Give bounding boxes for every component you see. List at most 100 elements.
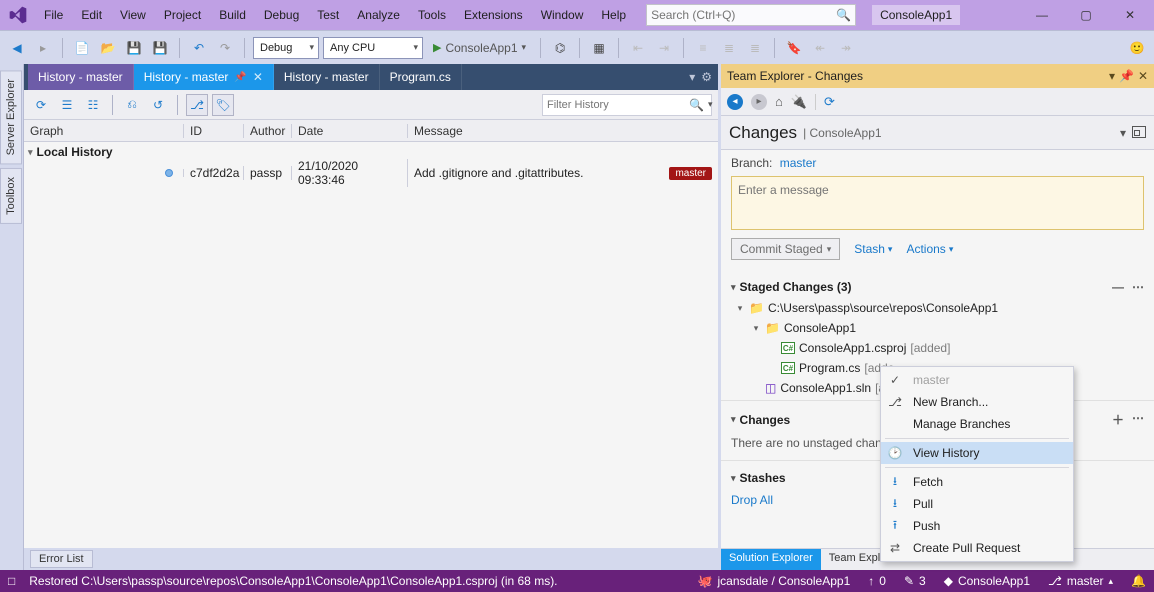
menu-test[interactable]: Test	[309, 4, 347, 26]
save-icon[interactable]: 💾	[123, 37, 145, 59]
home-icon[interactable]: ⌂	[775, 94, 783, 109]
undo-icon[interactable]: ↶	[188, 37, 210, 59]
menu-edit[interactable]: Edit	[73, 4, 110, 26]
menu-analyze[interactable]: Analyze	[349, 4, 408, 26]
uncomment-icon[interactable]: ≣	[744, 37, 766, 59]
col-message[interactable]: Message	[408, 124, 718, 138]
revert-icon[interactable]: ↺	[147, 94, 169, 116]
menu-file[interactable]: File	[36, 4, 71, 26]
tab-history-master-3[interactable]: History - master	[274, 64, 380, 90]
open-icon[interactable]: 📂	[97, 37, 119, 59]
ctx-new-branch[interactable]: ⎇ New Branch...	[881, 391, 1073, 413]
stage-all-icon[interactable]: ＋	[1112, 411, 1124, 428]
tree-file-csproj[interactable]: C# ConsoleApp1.csproj [added]	[735, 338, 1144, 358]
tab-history-master-1[interactable]: History - master	[28, 64, 134, 90]
show-branches-toggle[interactable]: ⎇	[186, 94, 208, 116]
quick-launch-input[interactable]	[651, 8, 836, 22]
maximize-icon[interactable]	[1132, 126, 1146, 138]
maximize-button[interactable]: ▢	[1072, 8, 1100, 22]
stash-dropdown[interactable]: Stash▾	[854, 242, 892, 256]
actions-dropdown[interactable]: Actions▾	[906, 242, 953, 256]
next-bm-icon[interactable]: ↠	[835, 37, 857, 59]
toolbox-tab[interactable]: Toolbox	[0, 168, 22, 224]
commit-staged-button[interactable]: Commit Staged ▾	[731, 238, 840, 260]
pin-icon[interactable]: 📌	[234, 72, 246, 83]
save-all-icon[interactable]: 💾	[149, 37, 171, 59]
config-dropdown[interactable]: Debug	[253, 37, 319, 59]
menu-tools[interactable]: Tools	[410, 4, 454, 26]
col-date[interactable]: Date	[292, 124, 408, 138]
commit-message-input[interactable]	[738, 183, 1137, 223]
simple-view-icon[interactable]: ☰	[56, 94, 78, 116]
tab-program-cs[interactable]: Program.cs	[380, 64, 462, 90]
nav-fwd-icon[interactable]: ▸	[751, 94, 767, 110]
new-project-icon[interactable]: 📄	[71, 37, 93, 59]
minimize-button[interactable]: —	[1028, 8, 1056, 22]
menu-window[interactable]: Window	[533, 4, 592, 26]
nav-back-icon[interactable]: ◂	[727, 94, 743, 110]
ctx-manage-branches[interactable]: Manage Branches	[881, 413, 1073, 435]
prev-bm-icon[interactable]: ↞	[809, 37, 831, 59]
github-user[interactable]: 🐙jcansdale / ConsoleApp1	[698, 574, 851, 588]
history-filter[interactable]: 🔍 ▾	[542, 94, 712, 116]
menu-debug[interactable]: Debug	[256, 4, 307, 26]
show-tags-toggle[interactable]: 🏷	[212, 94, 234, 116]
indent-more-icon[interactable]: ⇥	[653, 37, 675, 59]
bookmark-icon[interactable]: 🔖	[783, 37, 805, 59]
chevron-down-icon[interactable]: ▾	[708, 99, 713, 110]
solution-explorer-tab[interactable]: Solution Explorer	[721, 549, 821, 570]
redo-icon[interactable]: ↷	[214, 37, 236, 59]
detail-view-icon[interactable]: ☷	[82, 94, 104, 116]
refresh-icon[interactable]: ⟳	[824, 94, 835, 110]
branch-link[interactable]: master	[780, 156, 817, 170]
close-icon[interactable]: ✕	[253, 70, 263, 84]
history-filter-input[interactable]	[547, 99, 689, 111]
comment-icon[interactable]: ≣	[718, 37, 740, 59]
platform-dropdown[interactable]: Any CPU	[323, 37, 423, 59]
feedback-icon[interactable]: 🙂	[1126, 37, 1148, 59]
tab-overflow-icon[interactable]: ▾	[689, 70, 695, 84]
unstage-all-icon[interactable]: —	[1112, 280, 1124, 294]
server-explorer-tab[interactable]: Server Explorer	[0, 70, 22, 164]
tool-b-icon[interactable]: ▦	[588, 37, 610, 59]
connect-icon[interactable]: 🔌	[791, 94, 807, 110]
ctx-pull[interactable]: ⭳ Pull	[881, 493, 1073, 515]
ctx-push[interactable]: ⭱ Push	[881, 515, 1073, 537]
menu-build[interactable]: Build	[211, 4, 254, 26]
unpushed-count[interactable]: ↑0	[868, 574, 886, 588]
ctx-create-pr[interactable]: ⇄ Create Pull Request	[881, 537, 1073, 559]
menu-project[interactable]: Project	[156, 4, 209, 26]
repo-indicator[interactable]: ◆ConsoleApp1	[944, 574, 1030, 588]
compare-icon[interactable]: ⎌	[121, 94, 143, 116]
tab-settings-icon[interactable]: ⚙	[701, 70, 712, 84]
ctx-view-history[interactable]: 🕑 View History	[881, 442, 1073, 464]
staged-changes-header[interactable]: ▾ Staged Changes (3) — ⋯	[731, 276, 1144, 298]
more-icon[interactable]: ⋯	[1132, 280, 1144, 294]
pin-icon[interactable]: 📌	[1119, 69, 1134, 83]
refresh-icon[interactable]: ⟳	[30, 94, 52, 116]
start-debug-button[interactable]: ▶ ConsoleApp1 ▾	[427, 37, 532, 59]
menu-view[interactable]: View	[112, 4, 154, 26]
quick-launch[interactable]: 🔍	[646, 4, 856, 26]
pending-edits[interactable]: ✎3	[904, 574, 926, 588]
tree-root[interactable]: ▾📁 C:\Users\passp\source\repos\ConsoleAp…	[735, 298, 1144, 318]
notifications-icon[interactable]: 🔔	[1131, 574, 1146, 588]
commit-message-box[interactable]	[731, 176, 1144, 230]
error-list-tab[interactable]: Error List	[30, 550, 93, 568]
page-dropdown-icon[interactable]: ▾	[1120, 126, 1126, 140]
indent-less-icon[interactable]: ⇤	[627, 37, 649, 59]
tab-history-master-2[interactable]: History - master 📌 ✕	[134, 64, 274, 90]
more-icon[interactable]: ⋯	[1132, 411, 1144, 428]
branch-indicator[interactable]: ⎇master▴	[1048, 574, 1113, 588]
col-id[interactable]: ID	[184, 124, 244, 138]
ctx-fetch[interactable]: ⭳ Fetch	[881, 471, 1073, 493]
menu-help[interactable]: Help	[593, 4, 634, 26]
dropdown-icon[interactable]: ▾	[1109, 69, 1115, 83]
col-author[interactable]: Author	[244, 124, 292, 138]
commit-row[interactable]: c7df2d2a passp 21/10/2020 09:33:46 Add .…	[24, 162, 718, 184]
tool-a-icon[interactable]: ⌬	[549, 37, 571, 59]
align-icon[interactable]: ≡	[692, 37, 714, 59]
close-button[interactable]: ✕	[1116, 8, 1144, 22]
close-icon[interactable]: ✕	[1138, 69, 1148, 83]
nav-back-icon[interactable]: ◀	[6, 37, 28, 59]
